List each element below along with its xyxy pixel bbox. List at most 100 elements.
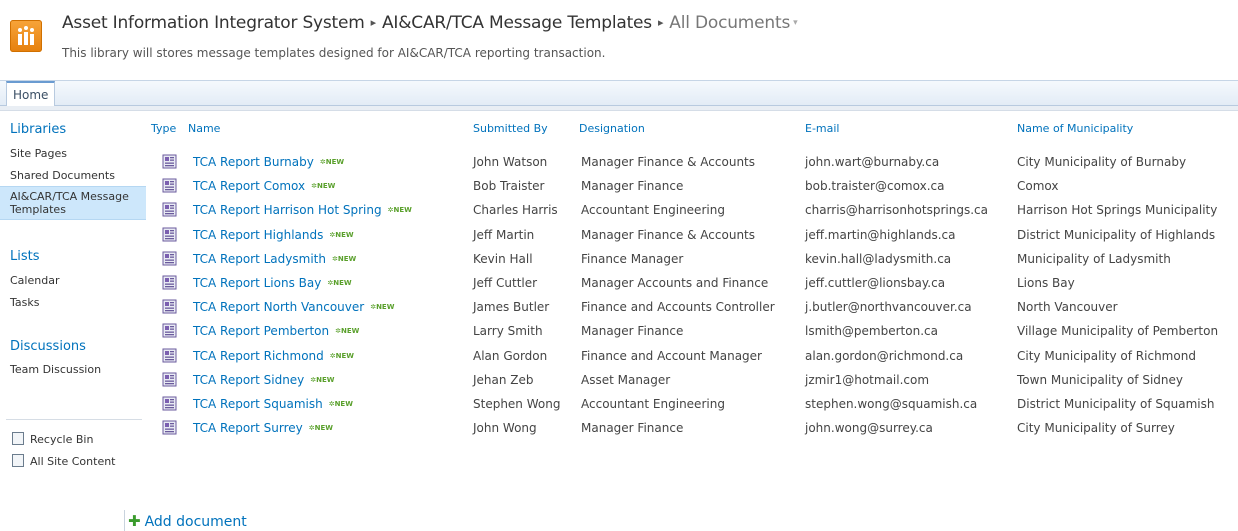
table-row[interactable]: TCA Report Pemberton ✲NEW Larry Smith Manag… — [150, 319, 1238, 343]
document-type-icon[interactable] — [162, 154, 177, 169]
document-type-icon[interactable] — [162, 348, 177, 363]
add-icon: ✚ — [128, 512, 141, 530]
table-row[interactable]: TCA Report Richmond ✲NEW Alan Gordon Financ… — [150, 344, 1238, 368]
ql-item-message-templates[interactable]: AI&CAR/TCA Message Templates — [0, 186, 146, 220]
table-row[interactable]: TCA Report Squamish ✲NEW Stephen Wong Accou… — [150, 392, 1238, 416]
document-name: TCA Report Pemberton — [193, 324, 330, 339]
designation-cell: Manager Finance — [581, 324, 684, 339]
designation-cell: Accountant Engineering — [581, 397, 725, 411]
ql-item-team-discussion[interactable]: Team Discussion — [10, 363, 101, 376]
ql-divider — [6, 419, 142, 420]
column-header-email[interactable]: E-mail — [805, 122, 840, 135]
document-name: TCA Report Burnaby — [193, 155, 314, 169]
document-type-icon[interactable] — [162, 299, 177, 314]
document-name: TCA Report Surrey — [193, 421, 303, 436]
submitted-by-cell: Jeff Cuttler — [473, 276, 538, 290]
email-cell: jeff.cuttler@lionsbay.ca — [805, 276, 946, 290]
new-label: NEW — [376, 303, 395, 312]
document-type-icon[interactable] — [162, 251, 177, 266]
document-name: TCA Report Highlands — [193, 227, 324, 242]
ql-item-shared-documents[interactable]: Shared Documents — [10, 169, 115, 182]
document-name-link[interactable]: TCA Report Richmond ✲NEW — [193, 349, 354, 363]
ql-heading-discussions[interactable]: Discussions — [10, 339, 86, 354]
designation-cell: Manager Accounts and Finance — [581, 276, 769, 290]
view-dropdown-icon[interactable]: ▾ — [793, 18, 798, 28]
new-label: NEW — [393, 206, 412, 215]
add-document-link[interactable]: ✚ Add document — [128, 512, 247, 530]
document-type-icon[interactable] — [162, 227, 177, 242]
ql-item-site-pages[interactable]: Site Pages — [10, 147, 67, 160]
table-row[interactable]: TCA Report Harrison Hot Spring ✲NEW Charle… — [150, 198, 1238, 222]
table-row[interactable]: TCA Report Ladysmith ✲NEW Kevin Hall Financ… — [150, 247, 1238, 271]
submitted-by-cell: Jehan Zeb — [473, 372, 534, 387]
table-row[interactable]: TCA Report Surrey ✲NEW John Wong Manager Fi… — [150, 416, 1238, 440]
document-type-icon[interactable] — [162, 396, 177, 411]
designation-cell: Accountant Engineering — [581, 203, 725, 218]
document-name-link[interactable]: TCA Report Ladysmith ✲NEW — [193, 252, 356, 266]
municipality-cell: Harrison Hot Springs Municipality — [1017, 203, 1218, 218]
new-badge: ✲NEW — [335, 327, 359, 335]
ql-item-calendar[interactable]: Calendar — [10, 274, 59, 287]
column-header-submitted-by[interactable]: Submitted By — [473, 122, 548, 135]
document-name-link[interactable]: TCA Report Sidney ✲NEW — [193, 373, 335, 387]
designation-cell: Manager Finance — [581, 421, 684, 436]
new-badge: ✲NEW — [309, 424, 333, 432]
municipality-cell: Lions Bay — [1017, 276, 1075, 290]
email-cell: kevin.hall@ladysmith.ca — [805, 251, 952, 266]
ql-item-tasks[interactable]: Tasks — [10, 296, 39, 309]
municipality-cell: Comox — [1017, 179, 1059, 194]
column-header-designation[interactable]: Designation — [579, 122, 645, 135]
table-row[interactable]: TCA Report Comox ✲NEW Bob Traister Manager … — [150, 174, 1238, 198]
document-name-link[interactable]: TCA Report Surrey ✲NEW — [193, 421, 333, 435]
submitted-by-cell: James Butler — [473, 300, 550, 315]
document-name-link[interactable]: TCA Report Lions Bay ✲NEW — [193, 276, 352, 290]
document-type-icon[interactable] — [162, 372, 177, 387]
document-type-icon[interactable] — [162, 323, 177, 338]
table-row[interactable]: TCA Report Sidney ✲NEW Jehan Zeb Asset Mana… — [150, 368, 1238, 392]
new-label: NEW — [335, 351, 355, 360]
add-document-label: Add document — [144, 514, 247, 530]
breadcrumb-separator-icon: ▸ — [657, 16, 664, 29]
ribbon-divider — [0, 106, 1238, 111]
new-label: NEW — [325, 158, 345, 166]
table-row[interactable]: TCA Report Burnaby ✲NEW John Watson Manager… — [150, 150, 1238, 174]
breadcrumb-library-title[interactable]: AI&CAR/TCA Message Templates — [382, 13, 652, 33]
library-description: This library will stores message templat… — [62, 46, 606, 60]
tab-home[interactable]: Home — [6, 81, 56, 107]
document-name-link[interactable]: TCA Report North Vancouver ✲NEW — [193, 300, 394, 314]
document-type-icon[interactable] — [162, 178, 177, 193]
municipality-cell: Municipality of Ladysmith — [1017, 251, 1171, 266]
site-logo-icon[interactable] — [10, 20, 42, 52]
ql-heading-lists[interactable]: Lists — [10, 249, 40, 264]
municipality-cell: City Municipality of Surrey — [1017, 421, 1175, 436]
document-name-link[interactable]: TCA Report Comox ✲NEW — [193, 179, 335, 193]
document-name: TCA Report Ladysmith — [193, 251, 326, 266]
email-cell: lsmith@pemberton.ca — [805, 324, 938, 339]
municipality-cell: City Municipality of Richmond — [1017, 348, 1196, 363]
table-row[interactable]: TCA Report North Vancouver ✲NEW James Butl… — [150, 295, 1238, 319]
column-header-municipality[interactable]: Name of Municipality — [1017, 122, 1133, 135]
new-badge: ✲NEW — [370, 303, 394, 311]
column-header-name[interactable]: Name — [188, 122, 220, 135]
submitted-by-cell: Stephen Wong — [473, 397, 561, 411]
document-name-link[interactable]: TCA Report Squamish ✲NEW — [193, 397, 353, 411]
table-row[interactable]: TCA Report Highlands ✲NEW Jeff Martin Manag… — [150, 223, 1238, 247]
document-name-link[interactable]: TCA Report Harrison Hot Spring ✲NEW — [193, 203, 412, 217]
document-name-link[interactable]: TCA Report Highlands ✲NEW — [193, 228, 354, 242]
new-badge: ✲NEW — [320, 158, 344, 166]
all-site-content-link[interactable]: All Site Content — [12, 454, 116, 468]
column-header-type[interactable]: Type — [151, 122, 176, 135]
document-type-icon[interactable] — [162, 202, 177, 217]
table-row[interactable]: TCA Report Lions Bay ✲NEW Jeff Cuttler Mana… — [150, 271, 1238, 295]
email-cell: jzmir1@hotmail.com — [805, 372, 930, 387]
document-type-icon[interactable] — [162, 420, 177, 435]
recycle-bin-link[interactable]: Recycle Bin — [12, 432, 93, 446]
ql-heading-libraries[interactable]: Libraries — [10, 122, 66, 137]
document-name-link[interactable]: TCA Report Pemberton ✲NEW — [193, 324, 359, 338]
document-type-icon[interactable] — [162, 275, 177, 290]
municipality-cell: Village Municipality of Pemberton — [1017, 324, 1219, 339]
document-name: TCA Report North Vancouver — [193, 300, 365, 315]
document-name-link[interactable]: TCA Report Burnaby ✲NEW — [193, 155, 344, 169]
breadcrumb-site-title[interactable]: Asset Information Integrator System — [62, 13, 365, 33]
view-name[interactable]: All Documents — [669, 13, 790, 33]
